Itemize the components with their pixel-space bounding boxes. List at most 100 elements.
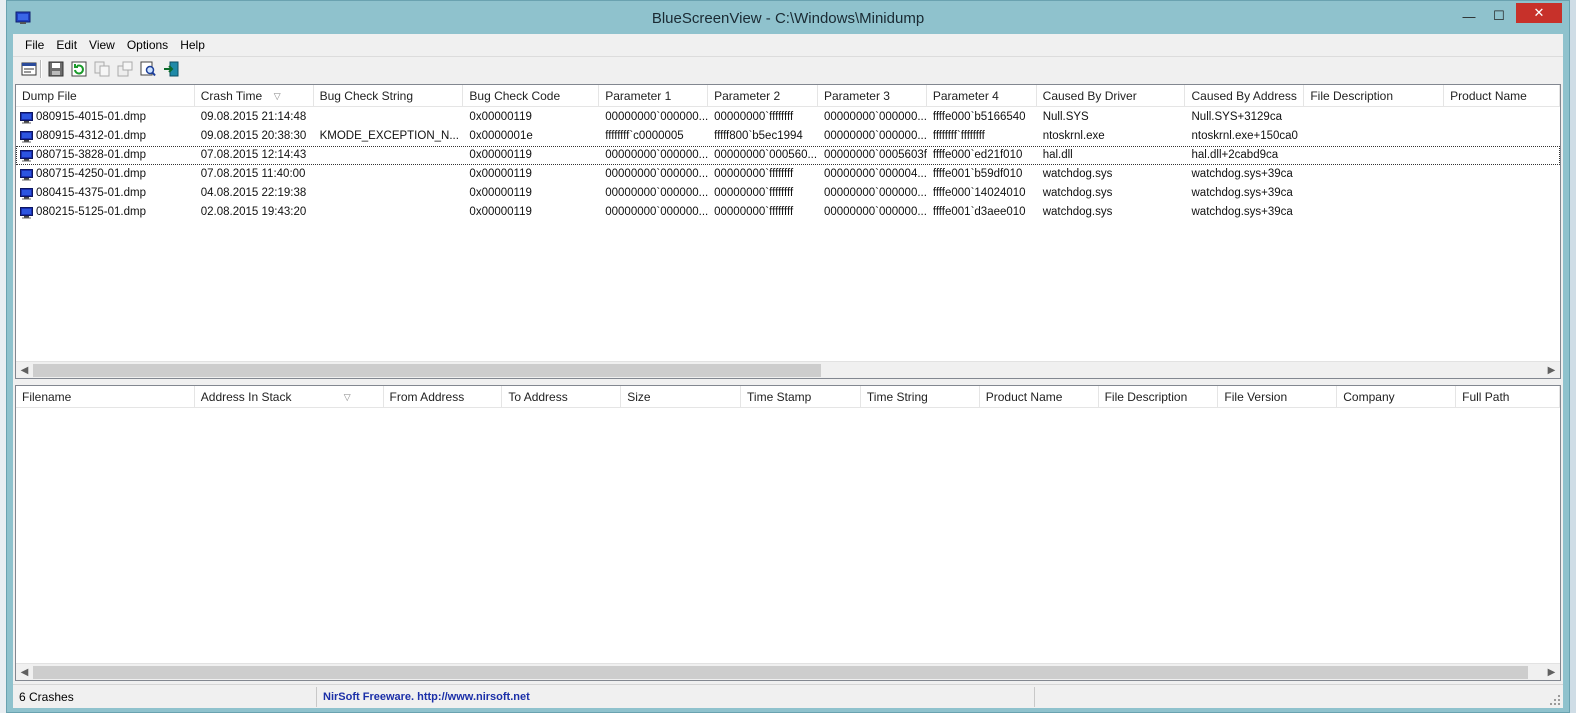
- refresh-button[interactable]: [67, 58, 90, 80]
- table-row[interactable]: 080715-4250-01.dmp 07.08.2015 11:40:00 0x0…: [16, 165, 1560, 184]
- column-header-file-description[interactable]: File Description: [1304, 85, 1445, 107]
- table-row[interactable]: 080215-5125-01.dmp 02.08.2015 19:43:20 0x0…: [16, 203, 1560, 222]
- cell-parameter-1: 00000000`000000...: [605, 168, 709, 180]
- dump-file-icon: [20, 130, 33, 142]
- export-button[interactable]: [113, 58, 136, 80]
- cell-bug-check-string: [314, 184, 464, 203]
- table-row[interactable]: 080415-4375-01.dmp 04.08.2015 22:19:38 0x0…: [16, 184, 1560, 203]
- find-button[interactable]: [136, 58, 159, 80]
- scroll-thumb[interactable]: [33, 666, 1528, 679]
- cell-bug-check-string: [314, 146, 464, 165]
- column-header-time-stamp[interactable]: Time Stamp: [741, 386, 861, 408]
- module-list[interactable]: Filename Address In Stack ▽ From Address To …: [15, 385, 1561, 681]
- scroll-right-icon[interactable]: ▶: [1543, 664, 1560, 680]
- menu-edit[interactable]: Edit: [50, 38, 83, 52]
- cell-bug-check-string: [314, 203, 464, 222]
- column-header-crash-time[interactable]: Crash Time ▽: [195, 85, 314, 107]
- column-header-file-version[interactable]: File Version: [1218, 386, 1338, 408]
- dump-file-name: 080715-4250-01.dmp: [36, 168, 146, 180]
- cell-crash-time: 07.08.2015 12:14:43: [200, 149, 307, 161]
- cell-parameter-4: ffffffff`ffffffff: [932, 130, 985, 142]
- column-header-address-in-stack[interactable]: Address In Stack ▽: [195, 386, 384, 408]
- cell-product-name: [1444, 127, 1560, 146]
- cell-file-description: [1304, 203, 1444, 222]
- properties-button[interactable]: [17, 58, 40, 80]
- column-header-parameter-4[interactable]: Parameter 4: [927, 85, 1037, 107]
- cell-caused-by-address: watchdog.sys+39ca: [1191, 187, 1293, 199]
- column-header-caused-by-driver[interactable]: Caused By Driver: [1037, 85, 1186, 107]
- column-header-bug-check-code[interactable]: Bug Check Code: [463, 85, 600, 107]
- cell-caused-by-driver: watchdog.sys: [1042, 187, 1113, 199]
- cell-product-name: [1444, 165, 1560, 184]
- column-header-label: Size: [627, 390, 651, 404]
- exit-icon: [163, 61, 178, 76]
- cell-parameter-1: 00000000`000000...: [605, 187, 709, 199]
- title-bar[interactable]: BlueScreenView - C:\Windows\Minidump — ☐…: [7, 1, 1569, 34]
- refresh-icon: [71, 61, 86, 76]
- column-header-label: Dump File: [22, 89, 77, 103]
- status-nirsoft-link[interactable]: NirSoft Freeware. http://www.nirsoft.net: [317, 686, 1035, 707]
- menu-options[interactable]: Options: [121, 38, 174, 52]
- cell-bug-check-string: [314, 108, 464, 127]
- column-header-caused-by-address[interactable]: Caused By Address: [1185, 85, 1305, 107]
- column-header-size[interactable]: Size: [621, 386, 742, 408]
- cell-parameter-2: 00000000`ffffffff: [714, 111, 794, 123]
- column-header-company[interactable]: Company: [1337, 386, 1457, 408]
- cell-dump-file: 080915-4015-01.dmp: [16, 108, 195, 127]
- scroll-right-icon[interactable]: ▶: [1543, 362, 1560, 378]
- module-list-hscrollbar[interactable]: ◀ ▶: [16, 663, 1560, 680]
- column-header-from-address[interactable]: From Address: [384, 386, 503, 408]
- column-header-label: File Version: [1224, 390, 1288, 404]
- exit-button[interactable]: [159, 58, 182, 80]
- cell-parameter-3: 00000000`000000...: [823, 130, 927, 142]
- menu-help[interactable]: Help: [174, 38, 211, 52]
- cell-parameter-1: 00000000`000000...: [605, 206, 709, 218]
- close-button[interactable]: ✕: [1516, 3, 1562, 23]
- column-header-bug-check-string[interactable]: Bug Check String: [314, 85, 464, 107]
- scroll-left-icon[interactable]: ◀: [16, 362, 33, 378]
- dump-file-name: 080915-4015-01.dmp: [36, 111, 146, 123]
- table-row[interactable]: 080715-3828-01.dmp 07.08.2015 12:14:43 0x0…: [16, 146, 1560, 165]
- column-header-file-description[interactable]: File Description: [1099, 386, 1219, 408]
- cell-caused-by-address: watchdog.sys+39ca: [1191, 168, 1293, 180]
- column-header-time-string[interactable]: Time String: [861, 386, 980, 408]
- cell-bug-check-string: [314, 165, 464, 184]
- scroll-thumb[interactable]: [33, 364, 821, 377]
- cell-dump-file: 080415-4375-01.dmp: [16, 184, 195, 203]
- save-button[interactable]: [44, 58, 67, 80]
- column-header-parameter-2[interactable]: Parameter 2: [708, 85, 818, 107]
- column-header-label: Company: [1343, 390, 1395, 404]
- column-header-to-address[interactable]: To Address: [502, 386, 622, 408]
- column-header-product-name[interactable]: Product Name: [1444, 85, 1560, 107]
- cell-parameter-1: 00000000`000000...: [605, 111, 709, 123]
- cell-dump-file: 080715-4250-01.dmp: [16, 165, 195, 184]
- column-header-parameter-1[interactable]: Parameter 1: [599, 85, 709, 107]
- cell-product-name: [1444, 184, 1560, 203]
- dump-file-icon: [20, 206, 33, 218]
- column-header-label: File Description: [1104, 390, 1188, 404]
- crash-list[interactable]: Dump File Crash Time ▽ Bug Check String Bug …: [15, 84, 1561, 379]
- table-row[interactable]: 080915-4312-01.dmp 09.08.2015 20:38:30 KMO…: [16, 127, 1560, 146]
- resize-grip-icon[interactable]: [1549, 694, 1561, 706]
- column-header-filename[interactable]: Filename: [16, 386, 195, 408]
- cell-parameter-3: 00000000`000000...: [823, 187, 927, 199]
- copy-button[interactable]: [90, 58, 113, 80]
- column-header-full-path[interactable]: Full Path: [1456, 386, 1560, 408]
- column-header-dump-file[interactable]: Dump File: [16, 85, 195, 107]
- crash-list-hscrollbar[interactable]: ◀ ▶: [16, 361, 1560, 378]
- scroll-left-icon[interactable]: ◀: [16, 664, 33, 680]
- cell-caused-by-driver: watchdog.sys: [1042, 206, 1113, 218]
- app-window: BlueScreenView - C:\Windows\Minidump — ☐…: [6, 0, 1570, 713]
- cell-crash-time: 07.08.2015 11:40:00: [200, 168, 306, 180]
- properties-icon: [21, 62, 36, 75]
- cell-bug-check-code: 0x00000119: [469, 168, 532, 180]
- minimize-button[interactable]: —: [1454, 5, 1484, 27]
- menu-view[interactable]: View: [83, 38, 121, 52]
- status-bar: 6 Crashes NirSoft Freeware. http://www.n…: [13, 684, 1563, 708]
- menu-file[interactable]: File: [19, 38, 50, 52]
- cell-caused-by-driver: watchdog.sys: [1042, 168, 1113, 180]
- table-row[interactable]: 080915-4015-01.dmp 09.08.2015 21:14:48 0x0…: [16, 108, 1560, 127]
- maximize-button[interactable]: ☐: [1484, 5, 1514, 27]
- column-header-product-name[interactable]: Product Name: [980, 386, 1099, 408]
- column-header-parameter-3[interactable]: Parameter 3: [818, 85, 927, 107]
